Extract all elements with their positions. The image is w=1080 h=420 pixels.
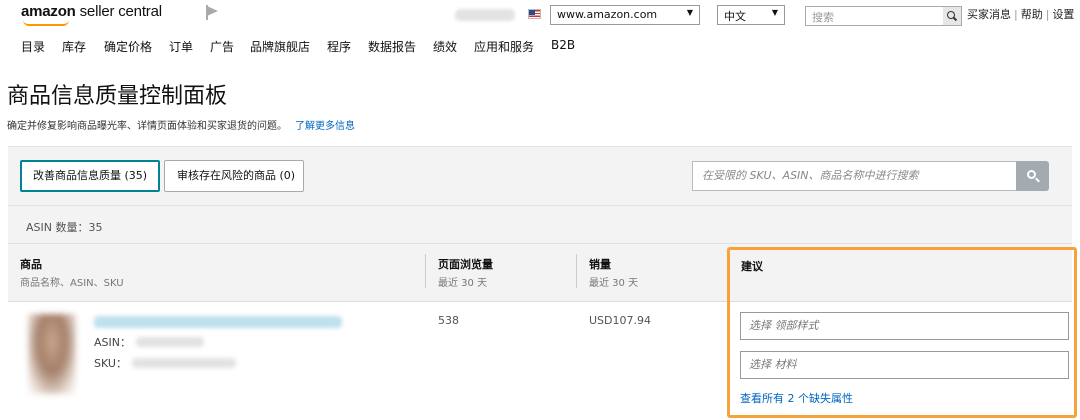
subtitle-text: 确定并修复影响商品曝光率、详情页面体验和买家退货的问题。 <box>7 121 287 132</box>
listing-search-input[interactable]: 在受限的 SKU、ASIN、商品名称中进行搜索 <box>692 161 1017 191</box>
column-divider <box>425 254 426 288</box>
learn-more-link[interactable]: 了解更多信息 <box>295 121 355 132</box>
col-views-title: 页面浏览量 <box>438 258 493 271</box>
col-suggestion-title: 建议 <box>741 260 763 273</box>
flag-icon[interactable] <box>205 5 219 20</box>
global-search-button[interactable] <box>943 6 962 26</box>
page-title: 商品信息质量控制面板 <box>7 84 228 109</box>
main-nav: 目录 库存 确定价格 订单 广告 品牌旗舰店 程序 数据报告 绩效 应用和服务 … <box>0 36 1080 56</box>
dropdown-arrow-icon: ▼ <box>771 8 778 17</box>
seller-central-logo[interactable]: amazon seller central <box>21 3 162 26</box>
column-divider <box>576 254 577 288</box>
search-icon <box>1027 170 1036 179</box>
nav-advertising[interactable]: 广告 <box>210 38 234 55</box>
nav-inventory[interactable]: 库存 <box>62 38 86 55</box>
neckline-select[interactable]: 选择 领部样式 <box>740 312 1069 340</box>
global-search-placeholder: 搜索 <box>812 11 834 24</box>
search-icon <box>947 11 955 19</box>
listing-search-button[interactable] <box>1016 161 1049 191</box>
logo-amazon-text: amazon <box>21 3 76 20</box>
top-bar: amazon seller central www.amazon.com ▼ 中… <box>0 0 1080 30</box>
col-views-sub: 最近 30 天 <box>438 278 488 289</box>
nav-b2b[interactable]: B2B <box>551 38 575 52</box>
col-product: 商品 商品名称、ASIN、SKU <box>20 256 124 289</box>
col-sales-sub: 最近 30 天 <box>589 278 639 289</box>
product-thumbnail[interactable] <box>28 314 76 394</box>
col-product-sub: 商品名称、ASIN、SKU <box>20 278 124 289</box>
global-search-input[interactable]: 搜索 <box>805 6 945 26</box>
asin-label: ASIN： <box>94 336 131 349</box>
asin-value-blurred <box>136 337 204 347</box>
col-sales-title: 销量 <box>589 258 611 271</box>
language-select[interactable]: 中文 ▼ <box>717 5 785 25</box>
nav-programs[interactable]: 程序 <box>327 38 351 55</box>
sku-label: SKU： <box>94 357 127 370</box>
nav-pricing[interactable]: 确定价格 <box>104 38 152 55</box>
nav-orders[interactable]: 订单 <box>169 38 193 55</box>
us-flag-icon <box>528 9 541 19</box>
tab-review-at-risk[interactable]: 审核存在风险的商品 (0) <box>164 160 304 192</box>
page-views-value: 538 <box>438 314 459 327</box>
nav-apps-services[interactable]: 应用和服务 <box>474 38 534 55</box>
dropdown-arrow-icon: ▼ <box>686 8 693 17</box>
amazon-smile-icon <box>23 20 69 26</box>
asin-count-row: ASIN 数量：35 <box>8 206 1072 244</box>
nav-performance[interactable]: 绩效 <box>433 38 457 55</box>
marketplace-select[interactable]: www.amazon.com ▼ <box>550 5 700 25</box>
tab-improve-listing-quality[interactable]: 改善商品信息质量 (35) <box>20 160 160 192</box>
help-link[interactable]: 帮助 <box>1021 8 1043 21</box>
sales-value: USD107.94 <box>589 314 651 327</box>
sku-value-blurred <box>132 358 236 368</box>
nav-reports[interactable]: 数据报告 <box>368 38 416 55</box>
product-title-link-blurred[interactable] <box>94 316 342 328</box>
view-missing-attributes-link[interactable]: 查看所有 2 个缺失属性 <box>740 390 853 406</box>
col-product-title: 商品 <box>20 258 42 271</box>
language-value: 中文 <box>724 10 746 23</box>
page-subtitle: 确定并修复影响商品曝光率、详情页面体验和买家退货的问题。 了解更多信息 <box>7 117 355 132</box>
buyer-messages-link[interactable]: 买家消息 <box>967 8 1011 21</box>
logo-seller-central-text: seller central <box>75 3 162 20</box>
settings-link[interactable]: 设置 <box>1052 8 1074 21</box>
marketplace-value: www.amazon.com <box>557 8 658 21</box>
nav-stores[interactable]: 品牌旗舰店 <box>250 38 310 55</box>
top-links: 买家消息 | 帮助 | 设置 <box>967 8 1075 21</box>
account-name-blurred <box>455 9 515 21</box>
asin-count: ASIN 数量：35 <box>26 221 103 234</box>
col-page-views: 页面浏览量 最近 30 天 <box>438 256 493 289</box>
nav-catalog[interactable]: 目录 <box>21 38 45 55</box>
tabs-bar: 改善商品信息质量 (35) 审核存在风险的商品 (0) 在受限的 SKU、ASI… <box>8 146 1072 206</box>
material-select[interactable]: 选择 材料 <box>740 351 1069 379</box>
col-sales: 销量 最近 30 天 <box>589 256 638 289</box>
